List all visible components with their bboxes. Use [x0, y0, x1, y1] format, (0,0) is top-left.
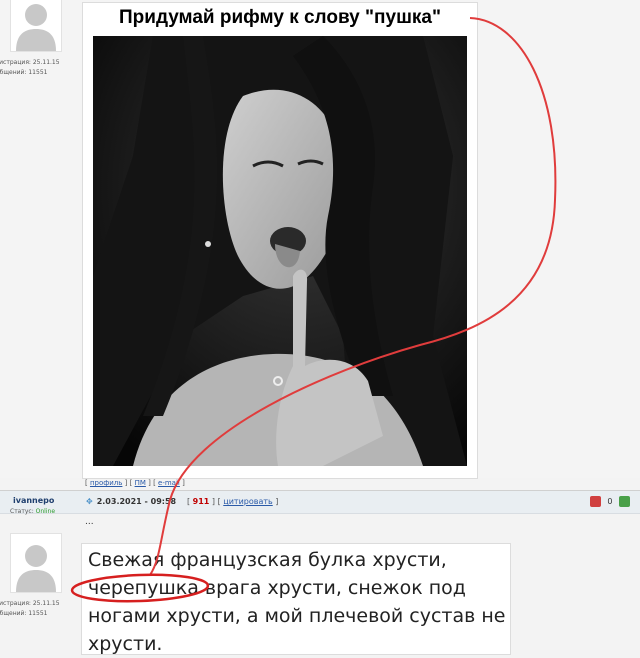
plus-icon[interactable]: [619, 496, 630, 507]
post-text-box: Свежая французская булка хрусти, черепуш…: [81, 543, 511, 655]
post-ellipsis: ...: [85, 517, 94, 527]
bracket: ] [: [211, 497, 221, 506]
photo: [93, 36, 467, 466]
bracket: [: [187, 497, 191, 506]
post-date: ✥ 2.03.2021 - 09:58: [86, 497, 176, 506]
rating-value: 0: [607, 497, 613, 506]
quote-link[interactable]: цитировать: [223, 497, 272, 506]
post-1: гистрация: 25.11.15 общений: 11551 Приду…: [0, 0, 640, 487]
post-actions: [ 911 ] [ цитировать ]: [187, 497, 278, 506]
post-text: Свежая французская булка хрусти, черепуш…: [88, 549, 506, 655]
bracket: ]: [275, 497, 279, 506]
message-count: общений: 11551: [0, 69, 48, 76]
username-link[interactable]: ivannepo: [13, 496, 54, 505]
post-rating: 0: [589, 496, 630, 507]
post-date-text: 2.03.2021 - 09:58: [96, 497, 177, 506]
user-meta: гистрация: 25.11.15 общений: 11551: [0, 58, 60, 78]
profile-link[interactable]: профиль: [90, 479, 122, 487]
avatar[interactable]: [10, 0, 62, 52]
pm-link[interactable]: ПМ: [135, 479, 146, 487]
email-link[interactable]: e-mail: [158, 479, 180, 487]
post-marker-icon[interactable]: ✥: [86, 497, 93, 506]
image-card: Придумай рифму к слову "пушка": [82, 2, 478, 479]
post-2-header: ivannepo Статус: Online ✥ 2.03.2021 - 09:…: [0, 491, 640, 515]
avatar[interactable]: [10, 533, 62, 593]
avatar-silhouette-icon: [11, 534, 61, 592]
image-title: Придумай рифму к слову "пушка": [119, 7, 441, 28]
message-count: общений: 11551: [0, 610, 48, 617]
registration-date: гистрация: 25.11.15: [0, 600, 60, 607]
registration-date: гистрация: 25.11.15: [0, 59, 60, 66]
report-icon[interactable]: [589, 496, 601, 507]
post-number-link[interactable]: 911: [193, 497, 210, 506]
portrait-image: [93, 36, 467, 466]
bracket: ]: [182, 479, 185, 487]
bracket: ] [: [148, 479, 156, 487]
user-meta: гистрация: 25.11.15 общений: 11551: [0, 599, 60, 619]
avatar-silhouette-icon: [11, 0, 61, 51]
profile-links: [ профиль ] [ ПМ ] [ e-mail ]: [85, 479, 185, 487]
bracket: ] [: [124, 479, 133, 487]
bracket: [: [85, 479, 88, 487]
